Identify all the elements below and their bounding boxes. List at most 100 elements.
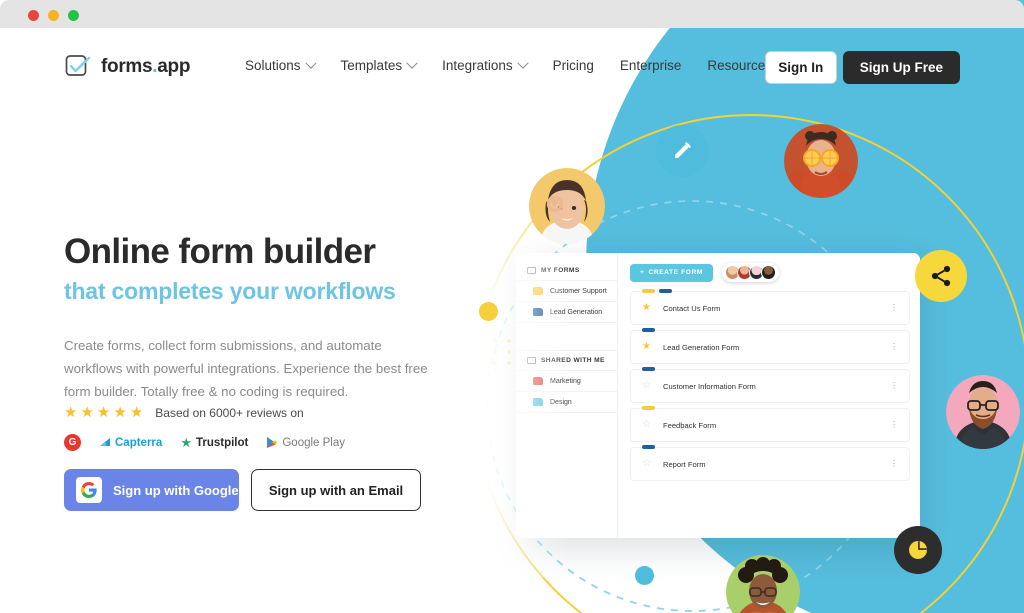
table-row[interactable]: ☆ Feedback Form ⋮: [630, 406, 910, 442]
star-icon[interactable]: ☆: [642, 381, 651, 391]
folder-icon: [533, 308, 543, 316]
sign-up-with-email-button[interactable]: Sign up with an Email: [251, 469, 421, 511]
sign-up-with-google-button[interactable]: Sign up with Google: [64, 469, 239, 511]
primary-navigation: Solutions Templates Integrations Pricing…: [245, 57, 788, 73]
folder-icon: [527, 267, 536, 274]
review-brands: G Capterra ★ Trustpilot Google Play: [64, 434, 345, 451]
pencil-badge[interactable]: [656, 125, 708, 177]
capterra-icon: [100, 437, 110, 446]
pie-chart-icon: [909, 541, 927, 559]
avatar-photo-woman-smiling: [529, 168, 605, 244]
inbox-icon: [527, 357, 536, 364]
row-menu-icon[interactable]: ⋮: [890, 460, 898, 468]
sidebar-item-label: Marketing: [550, 377, 581, 385]
trustpilot-star-icon: ★: [180, 435, 192, 450]
brand-g2[interactable]: G: [64, 434, 81, 451]
ratings-text: Based on 6000+ reviews on: [155, 405, 304, 420]
nav-item-pricing[interactable]: Pricing: [553, 58, 594, 73]
brand-google-play[interactable]: Google Play: [266, 436, 345, 449]
star-icon[interactable]: ☆: [642, 420, 651, 430]
minimize-window-button[interactable]: [48, 10, 59, 21]
avatar-photo-woman-oranges: [784, 124, 858, 198]
star-icon[interactable]: ★: [642, 342, 651, 352]
brand-trustpilot[interactable]: ★ Trustpilot: [180, 436, 248, 449]
google-play-icon: [267, 437, 278, 448]
sidebar-item-customer-support[interactable]: Customer Support: [516, 280, 617, 301]
page-title: Online form builder: [64, 232, 376, 271]
form-name: Customer Information Form: [662, 381, 756, 391]
google-icon: [76, 477, 102, 503]
maximize-window-button[interactable]: [68, 10, 79, 21]
star-icon[interactable]: ★: [642, 303, 651, 313]
sidebar-item-lead-generation[interactable]: Lead Generation: [516, 301, 617, 322]
row-menu-icon[interactable]: ⋮: [890, 343, 898, 351]
page-subtitle: that completes your workflows: [64, 278, 396, 305]
nav-item-integrations[interactable]: Integrations: [442, 57, 529, 73]
chevron-down-icon: [304, 57, 317, 69]
sidebar-item-marketing[interactable]: Marketing: [516, 370, 617, 391]
collaborator-avatars[interactable]: [721, 263, 779, 282]
tag-chip: [642, 328, 655, 332]
share-badge[interactable]: [915, 250, 967, 302]
star-icon: ★: [129, 404, 144, 421]
close-window-button[interactable]: [28, 10, 39, 21]
table-row[interactable]: ★ Contact Us Form ⋮: [630, 289, 910, 325]
g2-icon: G: [64, 434, 81, 451]
plus-icon: +: [640, 269, 645, 276]
nav-label: Enterprise: [619, 58, 682, 73]
sign-in-button[interactable]: Sign In: [764, 51, 837, 84]
create-form-button[interactable]: + CREATE FORM: [630, 263, 713, 282]
capterra-label: Capterra: [115, 436, 163, 449]
star-icon: ★: [80, 404, 94, 421]
brand-capterra[interactable]: Capterra: [99, 437, 162, 449]
star-icon: ★: [64, 404, 78, 421]
nav-item-templates[interactable]: Templates: [340, 57, 418, 73]
nav-item-enterprise[interactable]: Enterprise: [620, 58, 682, 73]
sidebar-section-my-forms: MY FORMS: [516, 261, 617, 280]
nav-label: Templates: [340, 58, 403, 73]
sidebar-section-title: MY FORMS: [541, 267, 580, 274]
sign-up-free-button[interactable]: Sign Up Free: [842, 51, 960, 84]
table-row[interactable]: ★ Lead Generation Form ⋮: [630, 328, 910, 364]
row-menu-icon[interactable]: ⋮: [890, 421, 898, 429]
table-row[interactable]: ☆ Customer Information Form ⋮: [630, 367, 910, 403]
chevron-down-icon: [516, 57, 529, 69]
logo-name: forms: [101, 56, 153, 77]
chevron-down-icon: [406, 57, 418, 69]
chart-badge[interactable]: [894, 526, 942, 574]
star-rating: ★ ★ ★ ★ ★: [64, 405, 143, 420]
folder-icon: [533, 398, 543, 406]
nav-label: Pricing: [552, 58, 594, 73]
forms-app-logo-icon: [64, 53, 92, 81]
star-icon[interactable]: ☆: [642, 459, 651, 469]
create-form-label: CREATE FORM: [648, 269, 703, 276]
folder-icon: [533, 287, 543, 295]
logo[interactable]: forms.app: [64, 53, 190, 81]
window-controls: [28, 10, 79, 21]
tag-chip: [642, 289, 655, 293]
nav-label: Integrations: [442, 58, 513, 73]
row-tags: [642, 328, 655, 332]
row-menu-icon[interactable]: ⋮: [890, 304, 898, 312]
table-row[interactable]: ☆ Report Form ⋮: [630, 445, 910, 481]
forms-list: ★ Contact Us Form ⋮ ★ Lead Generation Fo…: [630, 289, 910, 481]
mockup-sidebar: MY FORMS Customer Support Lead Generatio…: [516, 253, 618, 538]
sidebar-item-design[interactable]: Design: [516, 391, 617, 412]
mockup-main-panel: + CREATE FORM ★ Contact Us Form ⋮ ★ Lead…: [618, 253, 920, 538]
folder-icon: [533, 377, 543, 385]
star-icon: ★: [96, 404, 111, 421]
page-root: forms.app Solutions Templates Integratio…: [0, 0, 1024, 613]
avatar-photo-man-beard: [946, 375, 1020, 449]
trustpilot-label: Trustpilot: [195, 436, 249, 449]
row-tags: [642, 406, 655, 410]
avatar: [760, 265, 776, 280]
form-name: Report Form: [662, 459, 706, 469]
nav-item-solutions[interactable]: Solutions: [245, 57, 317, 73]
star-icon: ★: [113, 404, 127, 421]
sidebar-item-label: Design: [550, 398, 572, 406]
tag-chip: [659, 289, 672, 293]
mockup-toolbar: + CREATE FORM: [630, 263, 910, 282]
logo-tld: app: [157, 56, 191, 77]
row-menu-icon[interactable]: ⋮: [890, 382, 898, 390]
browser-chrome-bar: [0, 0, 1024, 28]
